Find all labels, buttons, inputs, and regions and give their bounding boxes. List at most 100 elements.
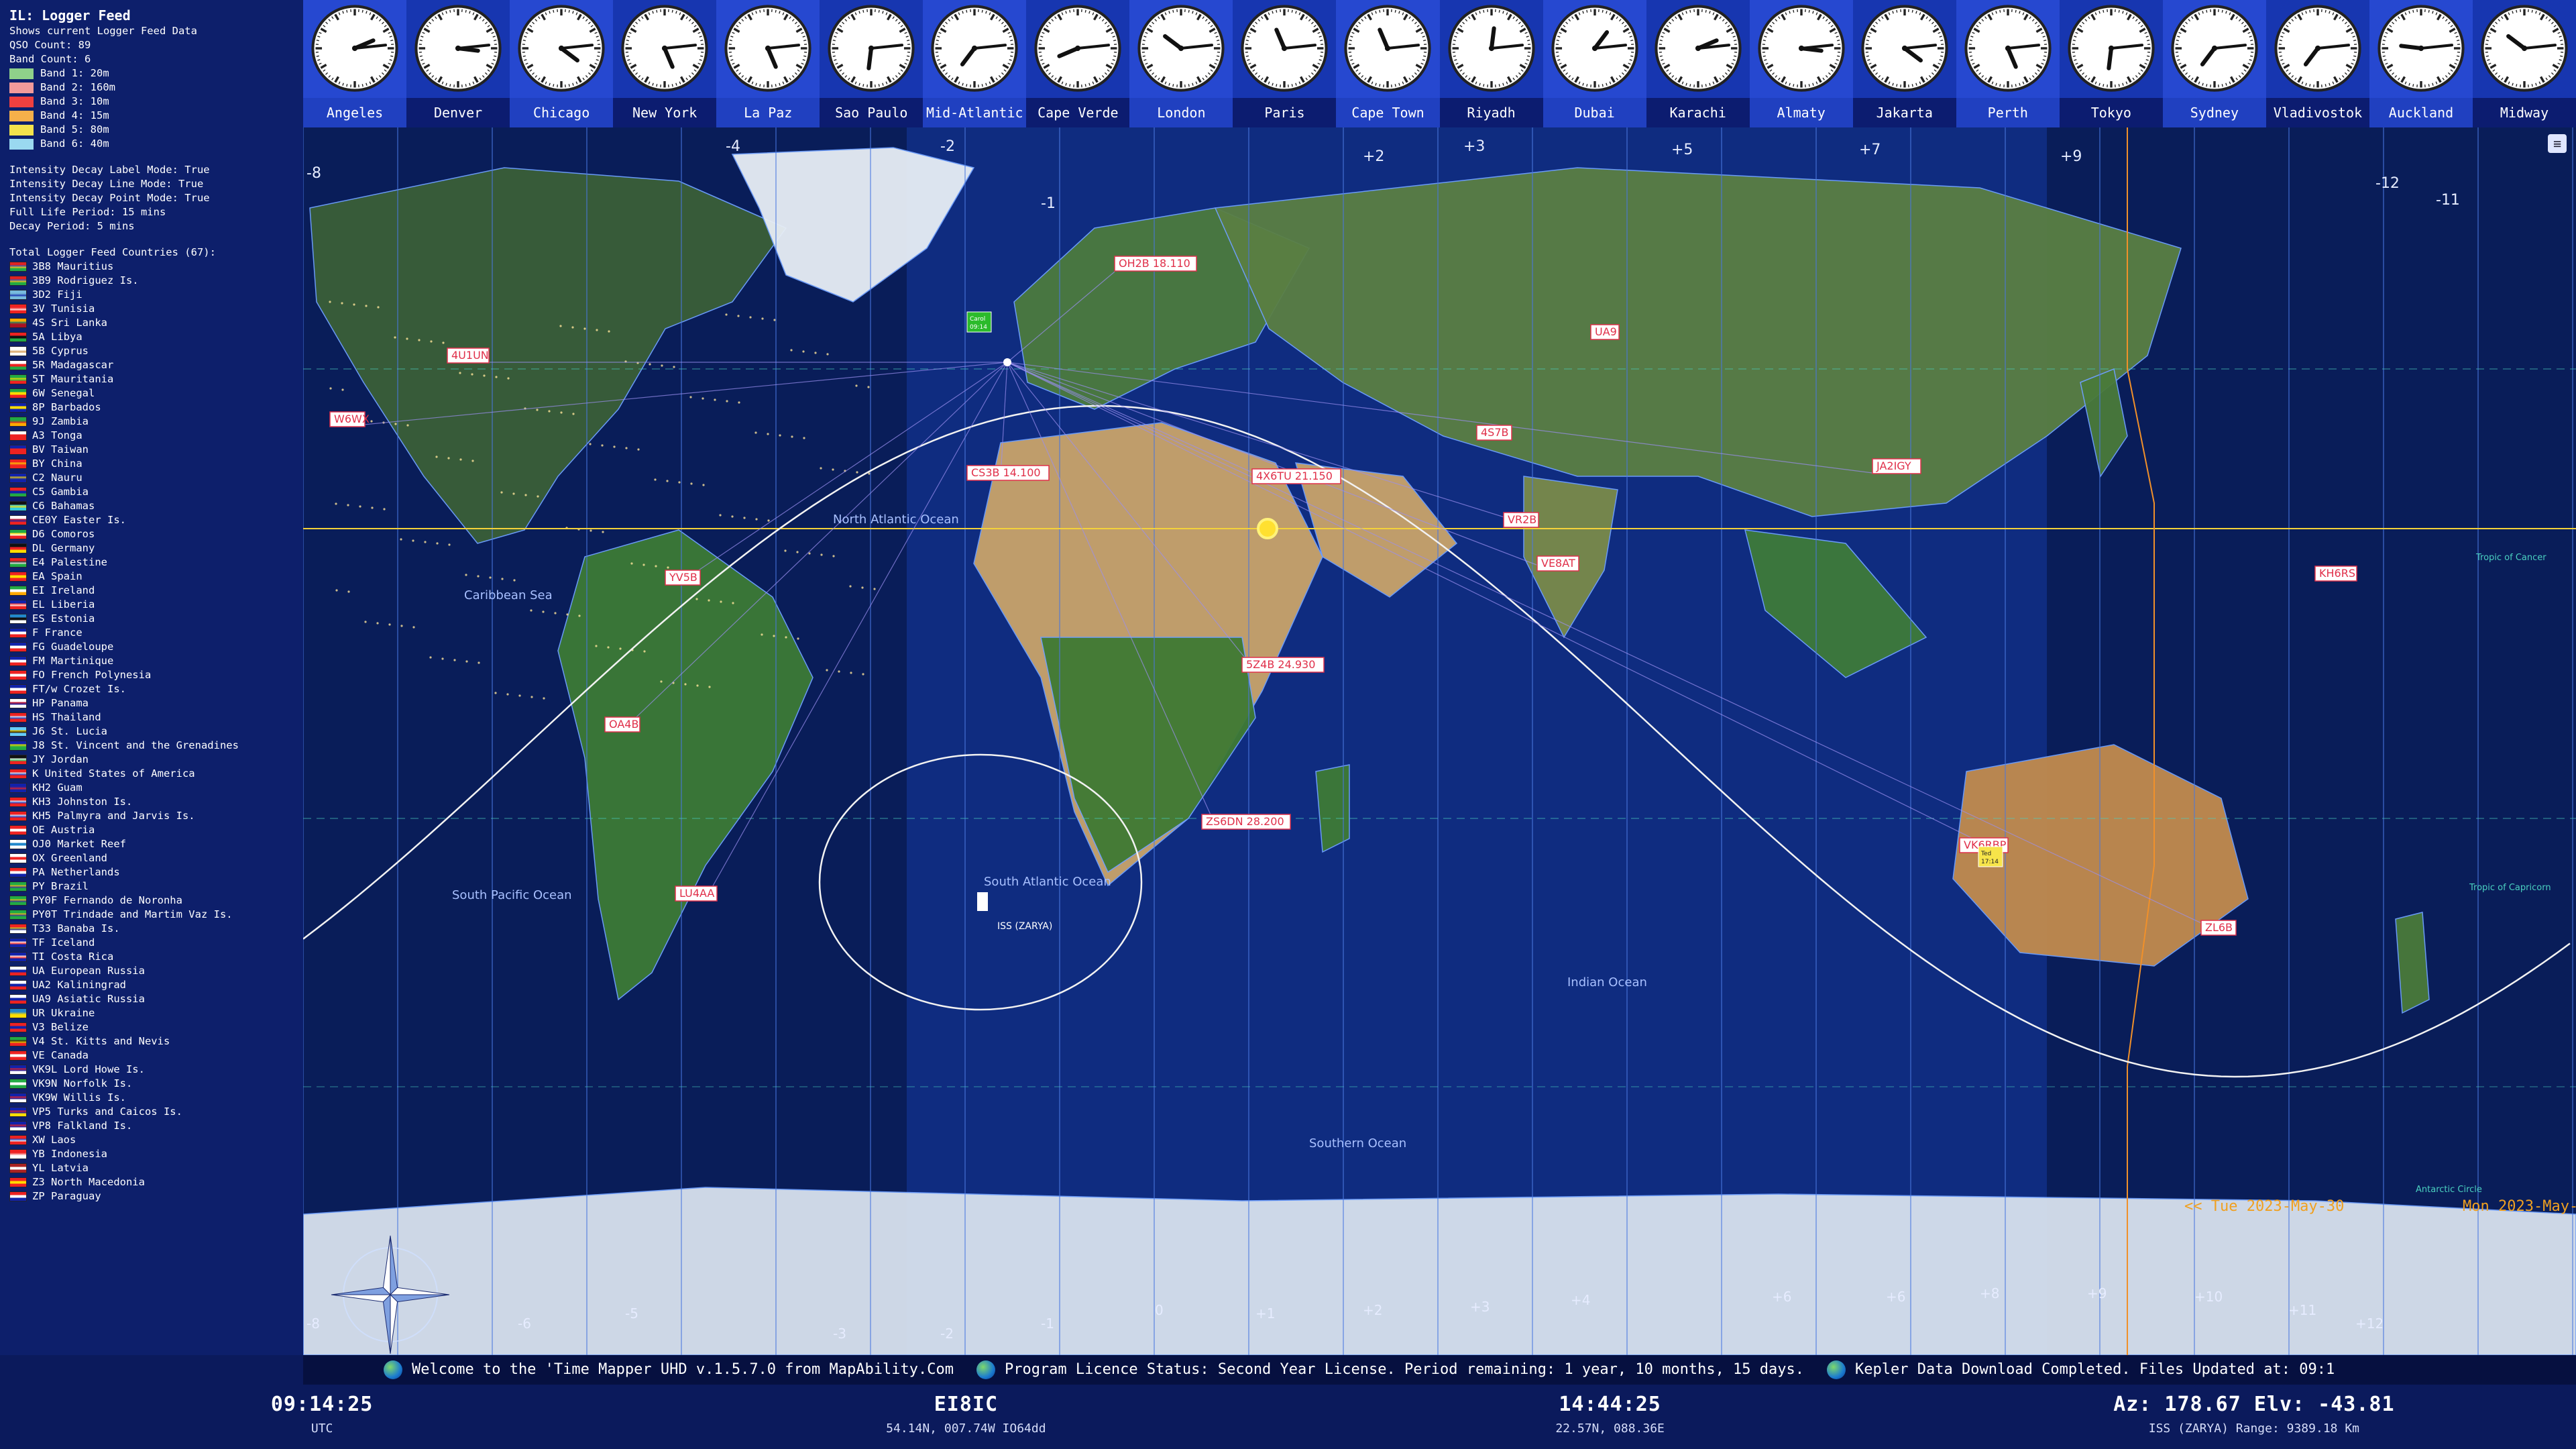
timezone-offset-label: +3 [1463, 138, 1485, 155]
country-label: KH3 Johnston Is. [32, 796, 133, 808]
flag-icon [9, 825, 27, 835]
city-light [873, 588, 876, 590]
city-light [838, 670, 840, 673]
country-row: 5R Madagascar [9, 358, 294, 372]
clock-icon [1034, 5, 1121, 92]
city-light [754, 431, 757, 434]
country-label: HS Thailand [32, 711, 101, 723]
callsign: EI8IC [934, 1393, 999, 1416]
city-light [583, 327, 586, 330]
country-row: KH3 Johnston Is. [9, 795, 294, 809]
country-label: ZP Paraguay [32, 1190, 101, 1202]
clock-cell: London [1129, 0, 1233, 127]
flag-icon [9, 656, 27, 666]
clock-icon [1137, 5, 1225, 92]
city-light [412, 626, 415, 629]
clock-cell: Paris [1233, 0, 1337, 127]
spot-label: JA2IGY [1876, 460, 1911, 472]
city-light [761, 317, 764, 320]
country-label: C2 Nauru [32, 472, 82, 484]
country-label: TI Costa Rica [32, 951, 114, 963]
city-light [436, 542, 439, 545]
ocean-label: North Atlantic Ocean [833, 513, 959, 527]
clock-city-label: Angeles [303, 98, 407, 127]
clock-icon [2377, 5, 2465, 92]
world-map[interactable]: ISS (ZARYA) OH2B 18.110 CS3B 14.100 4X6TU 2… [303, 127, 2576, 1355]
flag-icon [9, 1051, 27, 1061]
country-label: 3B9 Rodriguez Is. [32, 274, 139, 286]
city-light [749, 316, 752, 319]
city-light [613, 445, 616, 448]
city-light [619, 647, 622, 650]
country-label: PY0T Trindade and Martim Vaz Is. [32, 908, 233, 920]
clock-icon [2171, 5, 2258, 92]
flag-icon [9, 515, 27, 525]
date-left-label: << Tue 2023-May-30 [2184, 1198, 2344, 1215]
clock-city-label: London [1129, 98, 1233, 127]
world-clock-strip: Angeles Denver Chicago New York La Paz Sao Pa… [303, 0, 2576, 127]
flag-icon [9, 712, 27, 722]
country-row: CE0Y Easter Is. [9, 513, 294, 527]
city-light [832, 468, 834, 471]
country-row: UA2 Kaliningrad [9, 978, 294, 992]
globe-icon [976, 1360, 995, 1379]
station-block: EI8IC 54.14N, 007.74W IO64dd [644, 1385, 1288, 1449]
country-row: FT/w Crozet Is. [9, 682, 294, 696]
ted-marker-time: 17:14 [1981, 859, 1999, 865]
city-light [767, 433, 769, 435]
flag-icon [9, 557, 27, 568]
city-light [471, 373, 473, 376]
city-light [755, 518, 758, 521]
panel-subtitle: Shows current Logger Feed Data [9, 25, 197, 37]
country-row: T33 Banaba Is. [9, 922, 294, 936]
city-light [376, 622, 379, 625]
city-light [347, 590, 350, 593]
country-label: UR Ukraine [32, 1007, 95, 1019]
flag-icon [9, 487, 27, 497]
city-light [329, 301, 331, 303]
country-label: T33 Banaba Is. [32, 922, 120, 934]
city-light [513, 579, 516, 582]
city-light [820, 553, 823, 556]
city-light [518, 694, 521, 697]
city-light [802, 350, 805, 353]
country-row: UA European Russia [9, 964, 294, 978]
timezone-offset-label: +8 [1980, 1285, 1999, 1301]
globe-icon [1827, 1360, 1846, 1379]
city-light [418, 339, 421, 341]
country-row: 3D2 Fiji [9, 288, 294, 302]
band-count: Band Count: 6 [9, 53, 91, 65]
flag-icon [9, 670, 27, 680]
country-row: UA9 Asiatic Russia [9, 992, 294, 1006]
clock-icon [518, 5, 605, 92]
city-light [394, 423, 397, 425]
country-row: D6 Comoros [9, 527, 294, 541]
timezone-offset-label: +1 [1255, 1305, 1275, 1322]
timezone-offset-label: +6 [1886, 1289, 1905, 1305]
country-row: TI Costa Rica [9, 950, 294, 964]
country-label: 5B Cyprus [32, 345, 89, 357]
clock-city-label: Riyadh [1439, 98, 1543, 127]
ticker-text: Welcome to the 'Time Mapper UHD v.1.5.7.… [412, 1361, 954, 1378]
city-light [743, 517, 746, 519]
city-light [365, 305, 368, 307]
timezone-offset-label: -6 [518, 1316, 531, 1332]
utc-time: 09:14:25 [270, 1393, 374, 1416]
clock-city-label: Vladivostok [2265, 98, 2369, 127]
spot-label: KH6RS [2319, 567, 2355, 580]
flag-icon [9, 473, 27, 483]
country-label: 9J Zambia [32, 415, 89, 427]
city-light [537, 495, 539, 498]
flag-icon [9, 938, 27, 948]
country-label: D6 Comoros [32, 528, 95, 540]
menu-icon[interactable]: ≡ [2548, 134, 2567, 153]
country-row: C5 Gambia [9, 485, 294, 499]
flag-icon [9, 501, 27, 511]
city-light [388, 623, 391, 626]
spot-label: YV5B [669, 571, 697, 584]
flag-icon [9, 402, 27, 413]
country-label: UA2 Kaliningrad [32, 979, 126, 991]
city-light [494, 692, 497, 694]
country-label: K United States of America [32, 767, 195, 780]
country-row: 8P Barbados [9, 400, 294, 415]
